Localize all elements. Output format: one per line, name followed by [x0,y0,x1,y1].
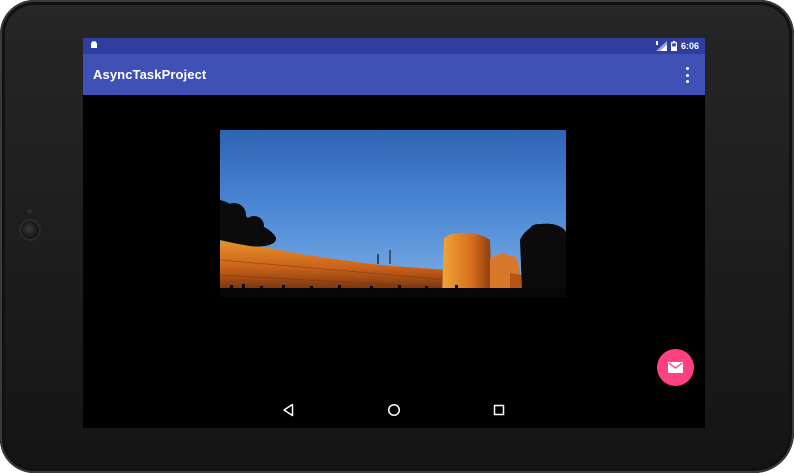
proximity-sensor [27,209,32,214]
email-fab-button[interactable] [657,349,694,386]
recents-square-icon[interactable] [492,403,506,417]
front-camera [21,221,39,239]
signal-icon [655,41,667,51]
fort-wall-at-dusk-photo [220,130,566,297]
battery-icon [670,41,677,51]
status-time: 6:06 [680,41,699,51]
device-screen: 6:06 AsyncTaskProject [83,38,705,428]
app-bar: AsyncTaskProject [83,54,705,95]
app-title: AsyncTaskProject [93,67,207,82]
android-icon [91,41,97,48]
status-icons: 6:06 [655,39,699,53]
home-circle-icon[interactable] [387,403,401,417]
navigation-bar [83,392,705,428]
email-icon [668,362,683,373]
status-bar: 6:06 [83,38,705,54]
back-triangle-icon[interactable] [282,403,296,417]
tablet-frame: 6:06 AsyncTaskProject [0,0,794,473]
more-vert-icon[interactable] [682,67,692,83]
